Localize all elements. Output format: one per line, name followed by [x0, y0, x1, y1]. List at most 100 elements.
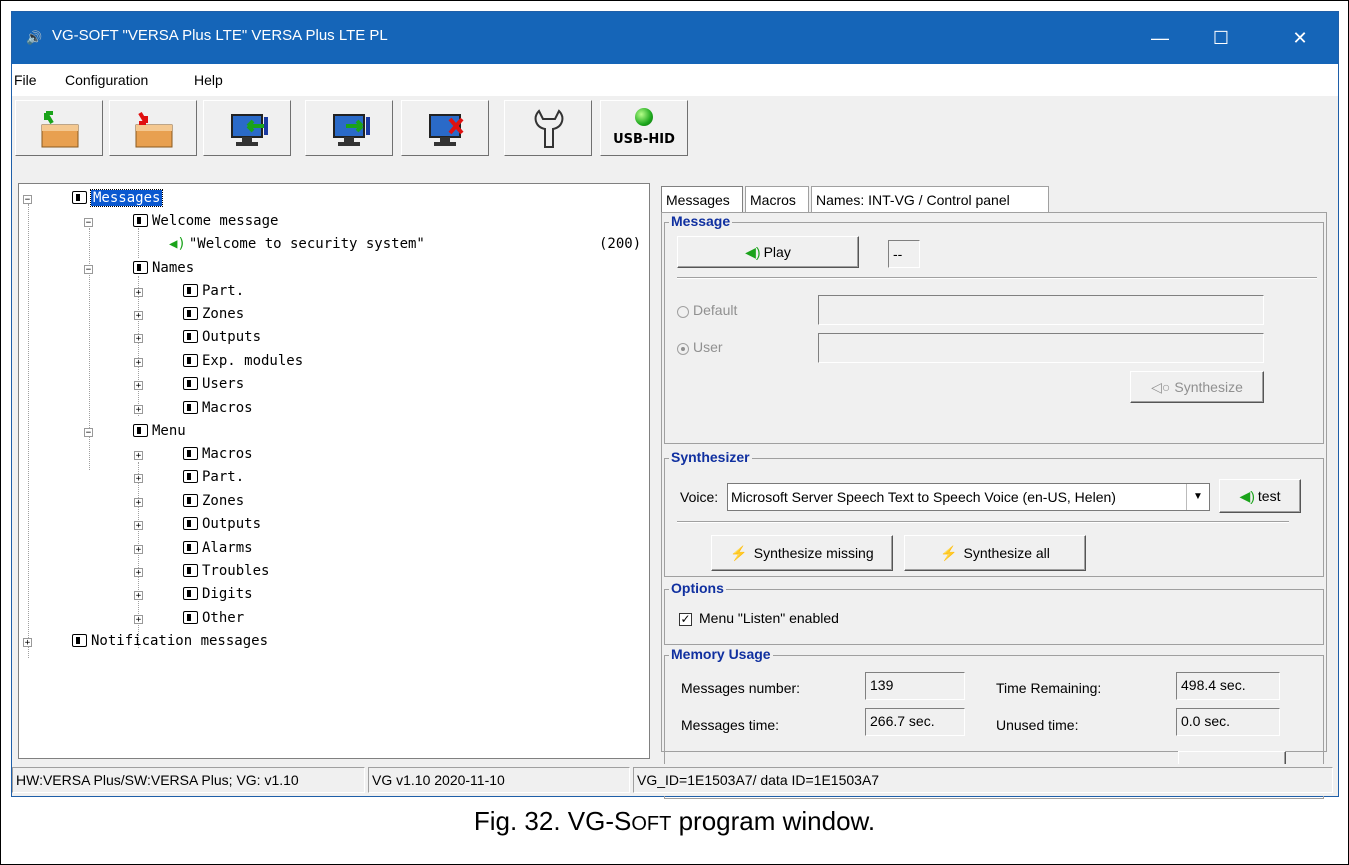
speaker-folder-icon	[183, 541, 198, 554]
tab-macros[interactable]: Macros	[745, 186, 809, 212]
expand-toggle[interactable]: +	[23, 638, 32, 648]
expand-toggle[interactable]: +	[134, 591, 143, 601]
tree-item-welcome-text[interactable]: ◀) "Welcome to security system" (200)	[169, 233, 641, 255]
expand-toggle[interactable]: +	[134, 498, 143, 508]
expand-toggle[interactable]: +	[134, 405, 143, 415]
tree-item-menu-zones[interactable]: + Zones	[134, 490, 244, 512]
default-text-field[interactable]	[818, 295, 1264, 325]
tree-item-label: Macros	[202, 446, 253, 462]
expand-toggle[interactable]: +	[134, 334, 143, 344]
collapse-toggle[interactable]: −	[84, 218, 93, 228]
tree-item-welcome-message[interactable]: − Welcome message	[84, 210, 278, 232]
collapse-toggle[interactable]: −	[84, 428, 93, 438]
tree-item-label: Zones	[202, 306, 245, 322]
title-bar: 🔊 VG-SOFT "VERSA Plus LTE" VERSA Plus LT…	[12, 12, 1338, 64]
synthesize-label: Synthesize	[1174, 379, 1243, 395]
read-from-computer-button[interactable]	[203, 100, 291, 156]
tree-item-menu-troubles[interactable]: + Troubles	[134, 560, 269, 582]
menu-bar: File Configuration Help	[12, 64, 1338, 97]
menu-configuration[interactable]: Configuration	[65, 72, 148, 88]
synthesize-all-button[interactable]: ⚡ Synthesize all	[904, 535, 1086, 571]
write-to-device-button[interactable]	[109, 100, 197, 156]
menu-help[interactable]: Help	[194, 72, 223, 88]
expand-toggle[interactable]: +	[134, 381, 143, 391]
message-group-title: Message	[669, 213, 733, 229]
speaker-green-icon: ◀)	[745, 243, 761, 260]
speaker-folder-icon	[183, 517, 198, 530]
write-to-computer-icon	[333, 114, 370, 146]
tab-names[interactable]: Names: INT-VG / Control panel	[811, 186, 1049, 212]
tree-item-menu-outputs[interactable]: + Outputs	[134, 513, 261, 535]
tree-item-label: Alarms	[202, 540, 253, 556]
toolbar: USB-HID	[12, 96, 1338, 156]
tree-item-names-macros[interactable]: + Macros	[134, 397, 253, 419]
speaker-folder-icon	[183, 494, 198, 507]
tree-item-label: Users	[202, 376, 245, 392]
tree-item-names-outputs[interactable]: + Outputs	[134, 326, 261, 348]
tree-item-menu[interactable]: − Menu	[84, 420, 186, 442]
expand-toggle[interactable]: +	[134, 288, 143, 298]
tree-item-menu-other[interactable]: + Other	[134, 607, 244, 629]
minimize-button[interactable]: —	[1134, 12, 1186, 64]
tree-item-names-zones[interactable]: + Zones	[134, 303, 244, 325]
app-window: 🔊 VG-SOFT "VERSA Plus LTE" VERSA Plus LT…	[11, 11, 1339, 799]
write-to-computer-button[interactable]	[305, 100, 393, 156]
user-text-field[interactable]	[818, 333, 1264, 363]
synthesize-missing-button[interactable]: ⚡ Synthesize missing	[711, 535, 893, 571]
maximize-button[interactable]: ☐	[1195, 12, 1247, 64]
messages-panel: Message ◀) Play -- Default User ◁○ Synthes…	[661, 212, 1327, 799]
menu-file[interactable]: File	[14, 72, 37, 88]
user-radio[interactable]	[677, 343, 689, 355]
tree-item-menu-digits[interactable]: + Digits	[134, 583, 253, 605]
settings-button[interactable]	[504, 100, 592, 156]
speaker-green-icon: ◀)	[1239, 487, 1255, 504]
read-from-device-button[interactable]	[15, 100, 103, 156]
voice-select[interactable]: Microsoft Server Speech Text to Speech V…	[727, 483, 1210, 511]
unused-time-value: 0.0 sec.	[1176, 708, 1280, 736]
speaker-folder-icon	[72, 191, 87, 204]
expand-toggle[interactable]: +	[134, 615, 143, 625]
listen-checkbox[interactable]: ✓	[679, 613, 692, 626]
expand-toggle[interactable]: +	[134, 568, 143, 578]
settings-wrench-icon	[534, 109, 564, 148]
test-voice-button[interactable]: ◀) test	[1219, 479, 1301, 513]
expand-toggle[interactable]: +	[134, 358, 143, 368]
expand-toggle[interactable]: +	[134, 474, 143, 484]
usb-hid-button[interactable]: USB-HID	[600, 100, 688, 156]
tree-item-menu-macros[interactable]: + Macros	[134, 443, 253, 465]
expand-toggle[interactable]: +	[134, 521, 143, 531]
speaker-folder-icon	[183, 611, 198, 624]
tree-item-menu-alarms[interactable]: + Alarms	[134, 537, 253, 559]
properties-area: Messages Macros Names: INT-VG / Control …	[653, 183, 1337, 799]
user-label: User	[693, 339, 723, 355]
tab-messages[interactable]: Messages	[661, 186, 743, 212]
status-ids: VG_ID=1E1503A7/ data ID=1E1503A7	[633, 767, 1333, 793]
disconnect-button[interactable]	[401, 100, 489, 156]
disconnect-icon	[429, 114, 464, 146]
test-label: test	[1257, 488, 1281, 504]
tree-item-menu-part[interactable]: + Part.	[134, 466, 244, 488]
expand-toggle[interactable]: +	[134, 311, 143, 321]
play-button[interactable]: ◀) Play	[677, 236, 859, 268]
default-radio[interactable]	[677, 306, 689, 318]
chevron-down-icon[interactable]: ▼	[1186, 484, 1209, 510]
expand-toggle[interactable]: +	[134, 451, 143, 461]
close-button[interactable]: ✕	[1274, 12, 1326, 64]
tree-item-names-users[interactable]: + Users	[134, 373, 244, 395]
speaker-folder-icon	[183, 307, 198, 320]
caption-suffix: program window.	[671, 806, 876, 836]
tree-item-names[interactable]: − Names	[84, 257, 194, 279]
speaker-app-icon: 🔊	[26, 30, 43, 45]
synthesize-button[interactable]: ◁○ Synthesize	[1130, 371, 1264, 403]
synthesize-all-label: Synthesize all	[963, 545, 1050, 561]
collapse-toggle[interactable]: −	[84, 265, 93, 275]
messages-tree[interactable]: − Messages − Welcome message ◀) "Welcome to…	[18, 183, 650, 759]
tree-item-names-part[interactable]: + Part.	[134, 280, 244, 302]
tree-item-label: Part.	[202, 283, 245, 299]
collapse-toggle[interactable]: −	[23, 195, 32, 205]
tree-item-label: "Welcome to security system"	[188, 236, 425, 252]
tree-item-names-exp-modules[interactable]: + Exp. modules	[134, 350, 303, 372]
tree-item-notification-messages[interactable]: + Notification messages	[23, 630, 268, 652]
tree-item-messages[interactable]: − Messages	[23, 187, 164, 209]
expand-toggle[interactable]: +	[134, 545, 143, 555]
